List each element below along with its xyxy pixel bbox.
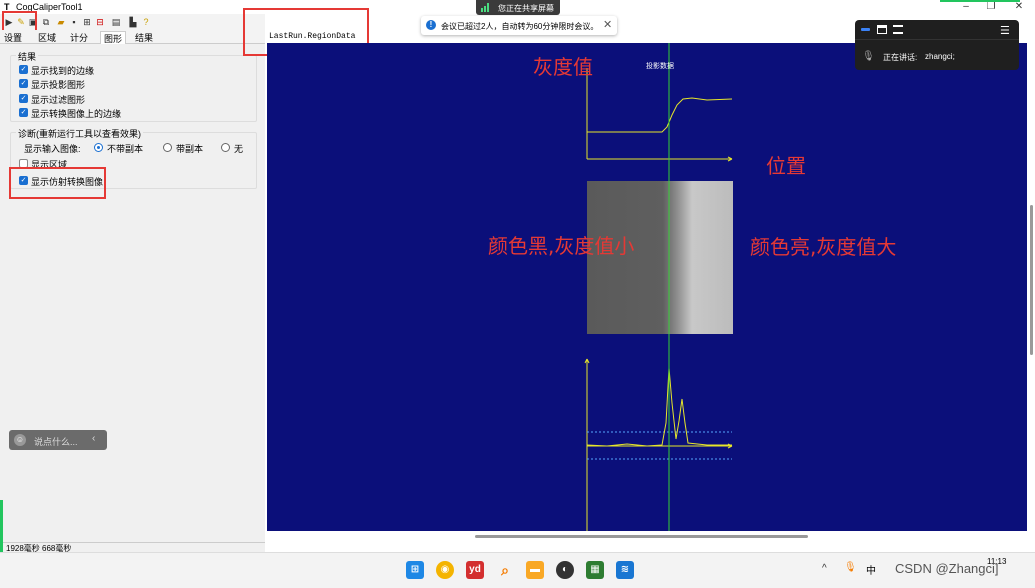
radio-no-copy[interactable] <box>94 143 103 152</box>
speaker-name: zhangci; <box>925 52 955 61</box>
tab-scoring[interactable]: 计分 <box>70 31 88 44</box>
filter-curve <box>586 367 732 447</box>
smile-icon: ☺ <box>14 434 26 446</box>
share-edge-indicator-left <box>0 500 3 552</box>
save-icon[interactable]: ▪ <box>68 16 80 28</box>
display-icon[interactable]: ▤ <box>110 16 122 28</box>
show-projection-checkbox[interactable]: ✓ <box>19 79 28 88</box>
annotation-position: 位置 <box>766 154 806 178</box>
annotation-gray-value: 灰度值 <box>533 55 593 79</box>
annotation-box-affine <box>9 167 106 199</box>
open-icon[interactable]: ▰ <box>55 16 67 28</box>
meeting-float-panel[interactable]: ☰ 🎙 正在讲话: zhangci; <box>855 20 1019 70</box>
grid-icon[interactable]: ⊟ <box>94 16 106 28</box>
projection-curve <box>587 97 733 133</box>
results-group-title: 结果 <box>16 50 39 63</box>
radio-none-label: 无 <box>234 144 244 154</box>
radio-with-copy-label: 带副本 <box>176 144 204 154</box>
maximize-button[interactable]: ❐ <box>980 1 1002 13</box>
tab-region[interactable]: 区域 <box>38 31 56 44</box>
screen-share-banner[interactable]: 您正在共享屏幕 <box>476 0 560 15</box>
close-toast-icon[interactable]: ✕ <box>603 18 612 31</box>
show-found-edges-checkbox[interactable]: ✓ <box>19 65 28 74</box>
chevron-left-icon[interactable]: ‹ <box>92 433 95 444</box>
horizontal-scrollbar[interactable] <box>475 535 808 538</box>
list-icon[interactable] <box>893 25 903 34</box>
chat-input-pill[interactable]: ☺ 说点什么... ‹ <box>9 430 107 450</box>
chevron-up-icon[interactable]: ^ <box>822 563 827 574</box>
canvas-drawing <box>584 43 733 531</box>
show-transformed-edges-checkbox[interactable]: ✓ <box>19 108 28 117</box>
tab-strip: 设置 区域 计分 图形 结果 <box>0 30 265 45</box>
help-icon[interactable]: ? <box>140 16 152 28</box>
folder-icon[interactable]: ▬ <box>526 561 544 579</box>
minimize-panel-icon[interactable] <box>861 28 870 31</box>
mic-tray-icon[interactable]: 🎙 <box>844 562 857 573</box>
vertical-scrollbar[interactable] <box>1030 205 1033 355</box>
projection-label: 投影数据 <box>646 63 674 70</box>
annotation-bright-large: 颜色亮,灰度值大 <box>750 235 897 259</box>
chrome-icon[interactable]: ◉ <box>436 561 454 579</box>
close-button[interactable]: ✕ <box>1008 1 1030 13</box>
meeting-toast: ! 会议已超过2人，自动转为60分钟限时会议。 ✕ <box>421 16 617 35</box>
share-banner-text: 您正在共享屏幕 <box>498 4 554 13</box>
tab-settings[interactable]: 设置 <box>4 31 22 44</box>
speaking-label: 正在讲话: <box>883 53 918 62</box>
windows-start-icon[interactable]: ⊞ <box>406 561 424 579</box>
input-image-label: 显示输入图像: <box>24 144 81 154</box>
share-edge-indicator <box>940 0 1020 2</box>
show-filter-label: 显示过滤图形 <box>31 95 86 105</box>
copy-icon[interactable]: ⧉ <box>40 16 52 28</box>
window-icon[interactable] <box>877 25 887 34</box>
radio-no-copy-label: 不带副本 <box>107 144 144 154</box>
image-canvas[interactable]: 投影数据 灰度值 位置 颜色黑,灰度值小 颜色亮,灰度值大 <box>267 43 1027 531</box>
youdao-icon[interactable]: yd <box>466 561 484 579</box>
meeting-app-icon[interactable]: ≋ <box>616 561 634 579</box>
menu-icon[interactable]: ☰ <box>1000 24 1010 37</box>
signal-icon <box>481 3 491 12</box>
media-icon[interactable]: ◐ <box>556 561 574 579</box>
chat-placeholder: 说点什么... <box>34 437 78 447</box>
ime-indicator[interactable]: 中 <box>866 562 876 577</box>
link-icon[interactable]: ⊞ <box>81 16 93 28</box>
show-found-edges-label: 显示找到的边缘 <box>31 66 95 76</box>
meeting-toast-text: 会议已超过2人，自动转为60分钟限时会议。 <box>441 22 599 31</box>
chart-icon[interactable]: ▙ <box>127 16 139 28</box>
search-icon[interactable]: ⌕ <box>496 561 514 579</box>
mic-icon: 🎙 <box>862 51 875 62</box>
info-icon: ! <box>426 20 436 30</box>
taskbar: ⊞ ◉ yd ⌕ ▬ ◐ ▦ ≋ ^ 🎙 中 11:13 CSDN @Zhang… <box>0 552 1035 588</box>
show-transformed-edges-label: 显示转换图像上的边缘 <box>31 109 122 119</box>
app-icon-green[interactable]: ▦ <box>586 561 604 579</box>
minimize-button[interactable]: – <box>955 1 977 13</box>
show-filter-checkbox[interactable]: ✓ <box>19 94 28 103</box>
diagnostics-group-title: 诊断(重新运行工具以查看效果) <box>16 127 143 140</box>
radio-none[interactable] <box>221 143 230 152</box>
show-projection-label: 显示投影图形 <box>31 80 86 90</box>
radio-with-copy[interactable] <box>163 143 172 152</box>
toolbar: ▶ ✎ ▣ ⧉ ▰ ▪ ⊞ ⊟ ▤ ▙ ? <box>0 14 265 30</box>
tab-results[interactable]: 结果 <box>135 31 153 44</box>
annotation-dark-small: 颜色黑,灰度值小 <box>488 234 635 258</box>
csdn-watermark: CSDN @Zhangci] <box>895 561 999 576</box>
status-bar: 1928毫秒 668毫秒 <box>0 542 265 553</box>
tab-graphics[interactable]: 图形 <box>100 31 127 45</box>
